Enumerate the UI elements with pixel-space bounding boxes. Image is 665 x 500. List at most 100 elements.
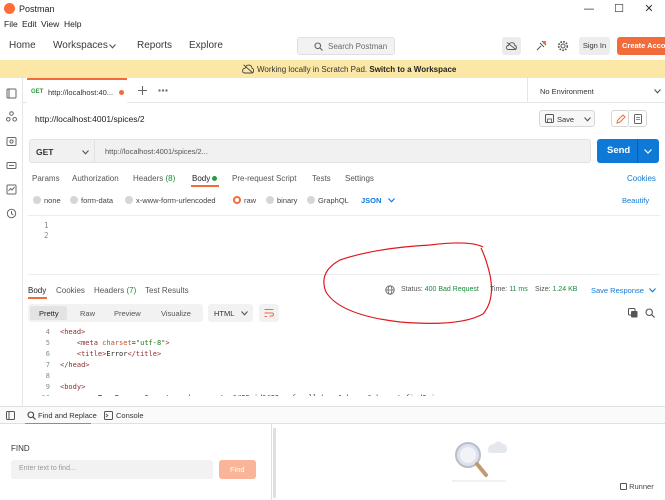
radio-graphql[interactable] [307, 196, 315, 204]
code-token: <pre>TypeError: Cannot read property &#3… [60, 394, 444, 396]
radio-form-data[interactable] [70, 196, 78, 204]
search-icon[interactable] [645, 308, 655, 318]
find-input[interactable]: Enter text to find... [11, 460, 213, 479]
minimize-icon[interactable]: — [582, 2, 596, 16]
view-pretty[interactable]: Pretty [39, 309, 59, 318]
active-tab-indicator [191, 185, 219, 187]
chevron-down-icon[interactable] [649, 288, 656, 293]
radio-none[interactable] [33, 196, 41, 204]
find-panel: FIND Enter text to find... Find [0, 424, 272, 500]
collections-icon[interactable] [6, 88, 17, 99]
line-number: 8 [45, 372, 50, 380]
wrap-lines-button[interactable] [259, 304, 279, 322]
runner-button[interactable]: Runner [620, 482, 654, 491]
monitors-icon[interactable] [6, 184, 17, 195]
banner-text: Working locally in Scratch Pad. Switch t… [257, 65, 456, 74]
switch-workspace-link[interactable]: Switch to a Workspace [369, 65, 456, 74]
time-readout: Time: 11 ms [490, 286, 528, 293]
apis-icon[interactable] [6, 111, 17, 122]
code-text: <pre>TypeError: Cannot read property &#3… [60, 394, 444, 396]
resp-tab-body[interactable]: Body [28, 286, 46, 295]
chevron-down-icon [584, 117, 591, 122]
environments-icon[interactable] [6, 136, 17, 147]
view-raw[interactable]: Raw [80, 309, 95, 318]
resp-tab-headers[interactable]: Headers (7) [94, 286, 136, 295]
cookies-link[interactable]: Cookies [627, 174, 656, 183]
resp-tab-test-results[interactable]: Test Results [145, 286, 189, 295]
body-format-select[interactable]: JSON [361, 196, 381, 205]
search-input[interactable]: Search Postman [297, 37, 395, 55]
console-tab[interactable]: Console [116, 411, 144, 420]
radio-raw[interactable] [233, 196, 241, 204]
history-icon[interactable] [6, 208, 17, 219]
nav-reports[interactable]: Reports [137, 40, 172, 51]
radio-urlencoded[interactable] [125, 196, 133, 204]
radio-binary[interactable] [266, 196, 274, 204]
chevron-down-icon[interactable] [644, 149, 652, 154]
view-preview[interactable]: Preview [114, 309, 141, 318]
sign-in-button[interactable]: Sign In [579, 37, 610, 55]
satellite-icon[interactable] [535, 40, 547, 52]
url-input[interactable]: http://localhost:4001/spices/2... [95, 139, 591, 163]
documentation-button[interactable] [629, 110, 647, 127]
tab-params[interactable]: Params [32, 174, 60, 183]
request-section-tabs: Params Authorization Headers (8) Body Pr… [23, 169, 665, 187]
tab-body[interactable]: Body [192, 174, 218, 183]
panel-scrollbar[interactable] [273, 428, 276, 498]
radio-graphql-label: GraphQL [318, 196, 349, 205]
tab-settings[interactable]: Settings [345, 174, 374, 183]
response-toolbar: Pretty Raw Preview Visualize HTML [23, 303, 665, 323]
menu-help[interactable]: Help [64, 19, 81, 29]
tab-headers[interactable]: Headers (8) [133, 174, 175, 183]
response-format-select[interactable]: HTML [208, 304, 253, 322]
code-token: Error [106, 350, 128, 358]
unsaved-dot-icon [119, 90, 124, 95]
find-replace-tab[interactable]: Find and Replace [38, 411, 97, 420]
gear-icon[interactable] [557, 40, 569, 52]
environment-select[interactable]: No Environment [527, 78, 665, 103]
maximize-icon[interactable]: ☐ [612, 2, 626, 16]
response-scrollbar[interactable] [650, 326, 657, 396]
send-button[interactable]: Send [597, 139, 659, 163]
active-tab-indicator [28, 297, 47, 299]
mock-servers-icon[interactable] [6, 160, 17, 171]
save-button[interactable]: Save [539, 110, 595, 127]
response-format-value: HTML [214, 309, 235, 318]
menu-file[interactable]: File [4, 19, 18, 29]
create-account-button[interactable]: Create Account [617, 37, 665, 55]
sync-button[interactable] [502, 37, 521, 55]
more-icon[interactable] [158, 89, 168, 92]
save-response-button[interactable]: Save Response [591, 286, 644, 295]
menu-view[interactable]: View [41, 19, 59, 29]
view-visualize[interactable]: Visualize [161, 309, 191, 318]
nav-home[interactable]: Home [9, 40, 36, 51]
line-number: 4 [45, 328, 50, 336]
code-text: <body> [60, 383, 85, 391]
code-token: <body> [60, 383, 86, 391]
chevron-down-icon[interactable] [388, 198, 395, 203]
method-select[interactable]: GET [29, 139, 95, 163]
copy-icon[interactable] [628, 308, 638, 318]
tab-tests[interactable]: Tests [312, 174, 331, 183]
resp-tab-cookies[interactable]: Cookies [56, 286, 85, 295]
request-body-editor[interactable]: 1 2 [28, 215, 660, 275]
tab-authorization[interactable]: Authorization [72, 174, 119, 183]
globe-icon[interactable] [385, 285, 395, 295]
nav-workspaces[interactable]: Workspaces [53, 40, 108, 51]
response-body-viewer[interactable]: 4 <head> 5 <meta charset="utf-8"> 6 <title>… [28, 328, 660, 396]
menu-edit[interactable]: Edit [22, 19, 37, 29]
window-title: Postman [19, 4, 55, 14]
sidebar-toggle-icon[interactable] [6, 411, 15, 420]
tab-pre-request-script[interactable]: Pre-request Script [232, 174, 296, 183]
runner-icon [620, 483, 627, 490]
beautify-link[interactable]: Beautify [622, 196, 649, 205]
nav-explore[interactable]: Explore [189, 40, 223, 51]
document-icon [634, 114, 642, 124]
edit-button[interactable] [611, 110, 629, 127]
request-tab[interactable]: GET http://localhost:40... [27, 78, 127, 103]
find-button[interactable]: Find [219, 460, 256, 479]
request-tabs-bar: GET http://localhost:40... No Environmen… [23, 78, 665, 103]
close-icon[interactable]: ✕ [642, 2, 656, 16]
line-number: 2 [44, 231, 49, 240]
plus-icon[interactable] [138, 86, 147, 95]
